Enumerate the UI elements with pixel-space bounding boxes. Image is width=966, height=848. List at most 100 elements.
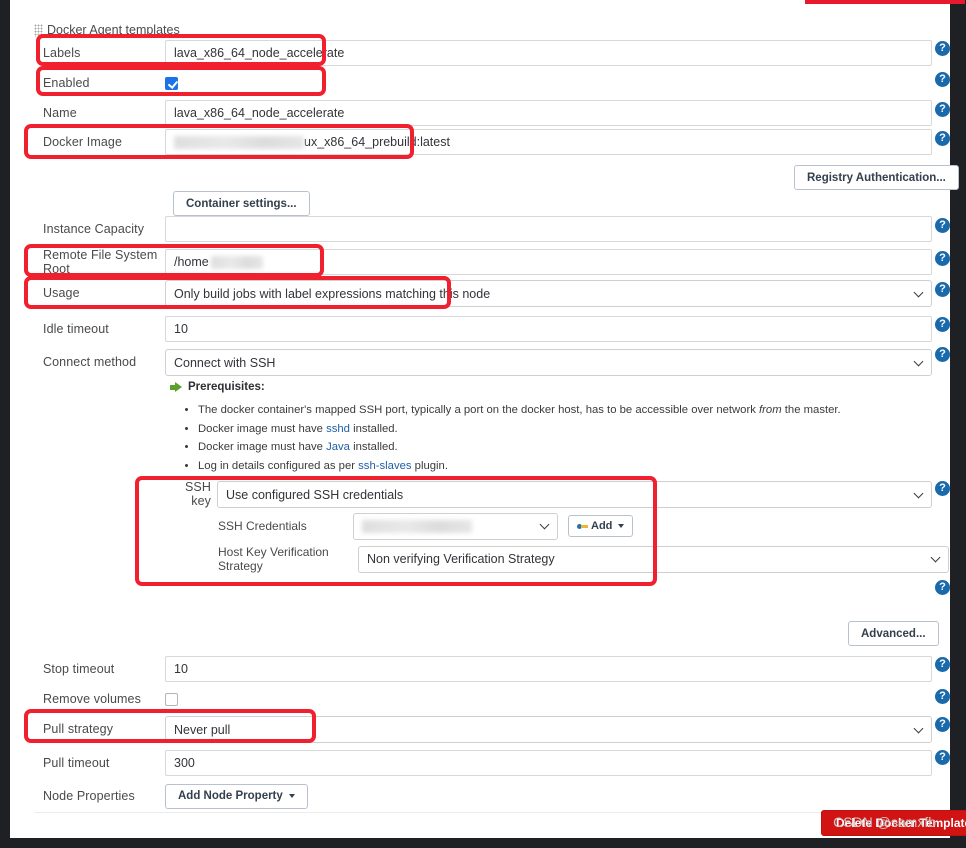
remove-volumes-checkbox[interactable] [165,692,178,706]
field-row-usage: Usage Only build jobs with label express… [34,278,932,308]
chevron-down-icon [913,287,924,297]
container-settings-button[interactable]: Container settings... [173,191,310,216]
prerequisite-item: Docker image must have sshd installed. [198,421,870,438]
connect-method-select[interactable]: Connect with SSH [165,349,932,376]
label-docker-image: Docker Image [43,135,123,149]
redacted-image-prefix [174,135,304,149]
pull-timeout-input[interactable]: 300 [165,750,932,776]
host-key-strategy-select[interactable]: Non verifying Verification Strategy [358,545,949,573]
field-row-host-key-strategy: Host Key Verification Strategy Non verif… [218,545,949,573]
connect-method-value: Connect with SSH [174,355,276,370]
usage-value: Only build jobs with label expressions m… [174,286,491,301]
idle-timeout-input[interactable]: 10 [165,316,932,342]
help-icon[interactable]: ? [935,41,950,56]
container-settings-wrap: Container settings... [173,191,310,216]
field-row-pull-strategy: Pull strategy Never pull [34,714,932,744]
field-row-docker-image: Docker Image ux_x86_64_prebuild:latest [34,127,932,157]
labels-input[interactable]: lava_x86_64_node_accelerate [165,40,932,66]
help-icon[interactable]: ? [935,102,950,117]
help-icon[interactable]: ? [935,689,950,704]
usage-select[interactable]: Only build jobs with label expressions m… [165,280,932,307]
add-node-property-label: Add Node Property [178,790,283,802]
ssh-credentials-select[interactable] [353,512,558,540]
field-row-labels: Labels lava_x86_64_node_accelerate [34,38,932,68]
label-enabled: Enabled [43,76,90,90]
field-row-ssh-key: SSH key Use configured SSH credentials [165,479,932,509]
label-pull-strategy: Pull strategy [43,722,114,736]
section-title: Docker Agent templates [47,23,180,37]
help-icon[interactable]: ? [935,218,950,233]
docker-image-input[interactable]: ux_x86_64_prebuild:latest [165,129,932,155]
add-credentials-button[interactable]: Add [568,515,634,537]
ssh-key-select[interactable]: Use configured SSH credentials [217,481,932,508]
registry-authentication-button[interactable]: Registry Authentication... [794,165,959,190]
chevron-down-icon [913,356,924,366]
label-connect-method: Connect method [43,355,137,369]
label-host-key-strategy: Host Key Verification Strategy [218,545,329,573]
help-icon[interactable]: ? [935,131,950,146]
add-node-property-button[interactable]: Add Node Property [165,783,308,809]
enabled-checkbox[interactable] [165,76,178,90]
name-input[interactable]: lava_x86_64_node_accelerate [165,100,932,126]
redacted-credentials-value [362,519,472,533]
field-row-idle-timeout: Idle timeout 10 [34,314,932,344]
pull-strategy-select[interactable]: Never pull [165,716,932,743]
label-ssh-key: SSH key [184,480,211,508]
prerequisite-text: Log in details configured as per [198,459,359,472]
field-row-name: Name lava_x86_64_node_accelerate [34,98,932,128]
help-icon[interactable]: ? [935,251,950,266]
registry-authentication-wrap: Registry Authentication... [794,165,959,190]
label-idle-timeout: Idle timeout [43,322,109,336]
help-icon[interactable]: ? [935,72,950,87]
prerequisite-item: Docker image must have Java installed. [198,439,870,456]
watermark: CSDN @samxfb [833,814,936,830]
prerequisite-text: The docker container's mapped SSH port, … [198,404,760,416]
stop-timeout-input[interactable]: 10 [165,656,932,682]
label-node-properties: Node Properties [43,789,135,803]
field-row-remote-fs-root: Remote File System Root /home [34,247,932,277]
emphasis-text: from [759,404,782,416]
prerequisite-link[interactable]: ssh-slaves [358,460,411,472]
chevron-down-icon [618,524,625,528]
pull-strategy-value: Never pull [174,722,231,737]
field-row-pull-timeout: Pull timeout 300 [34,748,932,778]
chevron-down-icon [539,519,550,530]
help-icon[interactable]: ? [935,317,950,332]
help-icon[interactable]: ? [935,750,950,765]
prerequisite-link[interactable]: sshd [326,423,350,435]
label-pull-timeout: Pull timeout [43,756,110,770]
prerequisite-link[interactable]: Java [326,441,350,453]
label-stop-timeout: Stop timeout [43,662,115,676]
prerequisite-text: Docker image must have [198,422,327,435]
instance-capacity-input[interactable] [165,216,932,242]
help-icon[interactable]: ? [935,580,950,595]
label-remove-volumes: Remove volumes [43,692,141,706]
remote-fs-root-value: /home [174,255,209,269]
help-icon[interactable]: ? [935,717,950,732]
help-icon[interactable]: ? [935,481,950,496]
field-row-remove-volumes: Remove volumes [34,684,932,714]
help-icon[interactable]: ? [935,347,950,362]
label-ssh-credentials: SSH Credentials [218,519,307,533]
prerequisites-block: Prerequisites: The docker container's ma… [170,381,870,476]
label-instance-capacity: Instance Capacity [43,222,145,236]
ssh-key-value: Use configured SSH credentials [226,487,404,502]
field-row-stop-timeout: Stop timeout 10 [34,654,932,684]
advanced-button[interactable]: Advanced... [848,621,939,646]
field-row-node-properties: Node Properties Add Node Property [34,781,932,811]
prerequisite-text: the master. [781,404,841,416]
drag-grip-icon[interactable] [34,24,43,37]
field-row-instance-capacity: Instance Capacity [34,214,932,244]
help-icon[interactable]: ? [935,657,950,672]
jenkins-config-surface: Docker Agent templates Labels lava_x86_6… [10,0,966,838]
redacted-path-suffix [210,255,263,269]
prerequisite-item: Log in details configured as per ssh-sla… [198,458,870,475]
help-icon[interactable]: ? [935,282,950,297]
prerequisites-list: The docker container's mapped SSH port, … [170,402,870,474]
top-red-marker [805,0,965,4]
chevron-down-icon [288,794,295,798]
remote-fs-root-input[interactable]: /home [165,249,932,275]
prerequisites-heading-text: Prerequisites: [188,381,265,393]
label-remote-fs-root: Remote File System Root [43,248,158,276]
field-row-connect-method: Connect method Connect with SSH [34,347,932,377]
